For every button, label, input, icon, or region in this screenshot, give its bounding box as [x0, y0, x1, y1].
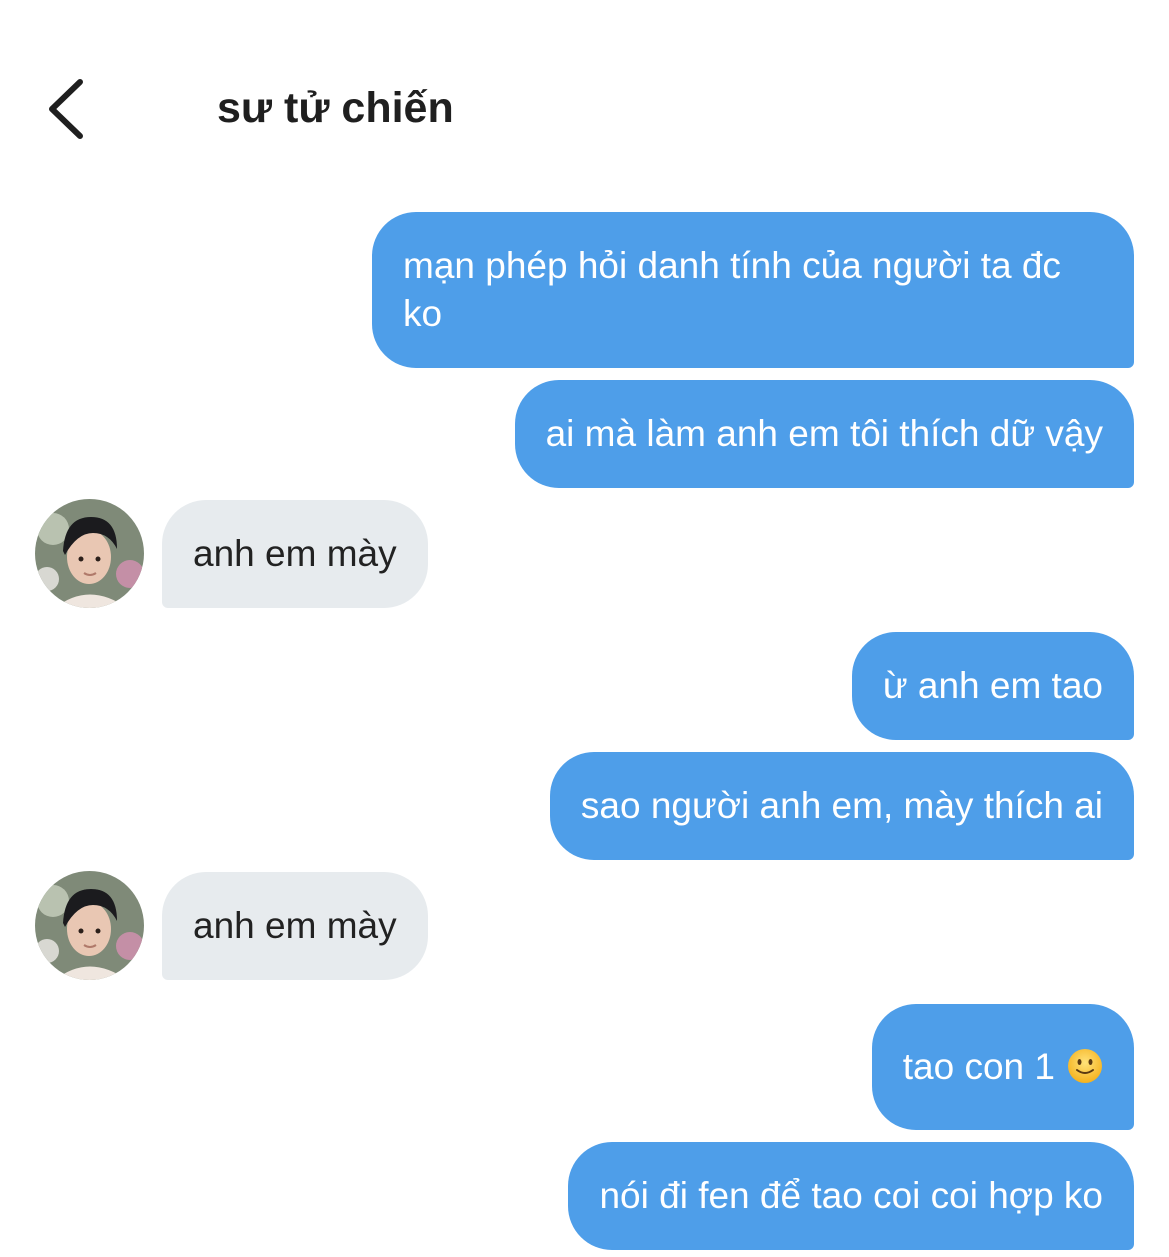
slightly-smiling-face-icon [1067, 1048, 1103, 1084]
back-button[interactable] [40, 74, 100, 144]
message-text: nói đi fen để tao coi coi hợp ko [599, 1175, 1103, 1216]
message-text: ai mà làm anh em tôi thích dữ vậy [545, 413, 1103, 454]
avatar-photo [35, 499, 144, 608]
sent-message[interactable]: ừ anh em tao [851, 632, 1134, 740]
avatar[interactable] [35, 871, 144, 980]
sent-message[interactable]: sao người anh em, mày thích ai [549, 752, 1134, 860]
avatar-photo [35, 871, 144, 980]
sent-message[interactable]: mạn phép hỏi danh tính của người ta đc k… [372, 212, 1134, 368]
message-text: tao con 1 [902, 1046, 1055, 1087]
conversation-title: sư tử chiến [217, 84, 454, 132]
sent-message[interactable]: ai mà làm anh em tôi thích dữ vậy [514, 380, 1134, 488]
avatar[interactable] [35, 499, 144, 608]
chevron-left-icon [49, 79, 83, 139]
sent-message[interactable]: tao con 1 [871, 1004, 1134, 1130]
message-text: mạn phép hỏi danh tính của người ta đc k… [403, 245, 1061, 334]
message-text: ừ anh em tao [882, 665, 1103, 706]
message-text: anh em mày [193, 905, 397, 946]
received-message[interactable]: anh em mày [162, 500, 428, 608]
received-message[interactable]: anh em mày [162, 872, 428, 980]
message-text: sao người anh em, mày thích ai [580, 785, 1103, 826]
message-text: anh em mày [193, 533, 397, 574]
sent-message[interactable]: nói đi fen để tao coi coi hợp ko [568, 1142, 1134, 1250]
